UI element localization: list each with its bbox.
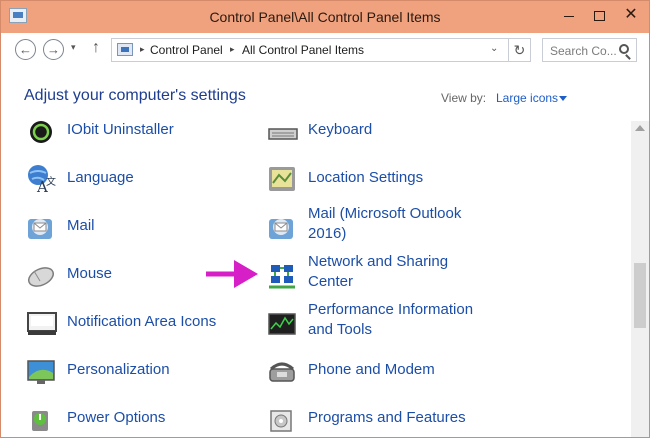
- performance-icon: [268, 313, 296, 335]
- mail-outlook-icon: [269, 219, 293, 239]
- item-label-line-2: and Tools: [308, 321, 372, 338]
- item-label-line-2: 2016): [308, 225, 347, 242]
- list-item-location-settings[interactable]: Location Settings: [267, 155, 507, 199]
- annotation-arrow-icon: [206, 260, 258, 288]
- view-by-dropdown[interactable]: Large icons: [496, 91, 558, 105]
- list-item-programs-features[interactable]: Programs and Features: [267, 395, 507, 437]
- item-label: Mail: [67, 217, 95, 234]
- item-label: Notification Area Icons: [67, 313, 217, 330]
- breadcrumb-separator-icon[interactable]: ▸: [140, 44, 145, 55]
- view-by-label: View by:: [441, 91, 487, 105]
- item-label: Phone and Modem: [308, 361, 435, 378]
- title-bar[interactable]: Control Panel\All Control Panel Items ✕: [1, 1, 649, 33]
- search-placeholder: Search Co...: [550, 44, 617, 58]
- power-options-icon: [32, 411, 48, 431]
- phone-modem-icon: [269, 362, 295, 382]
- scroll-up-icon[interactable]: [635, 125, 645, 131]
- search-input[interactable]: Search Co...: [542, 38, 637, 62]
- item-label: Power Options: [67, 409, 166, 426]
- location-icon: [269, 167, 295, 191]
- list-item-performance-information[interactable]: Performance Information and Tools: [267, 299, 507, 347]
- item-label: Language: [67, 169, 134, 186]
- page-title: Adjust your computer's settings: [24, 87, 246, 104]
- item-label: Personalization: [67, 361, 170, 378]
- breadcrumb-separator-icon[interactable]: ▸: [230, 44, 235, 55]
- vertical-scrollbar[interactable]: [631, 121, 649, 437]
- list-item-keyboard[interactable]: Keyboard: [267, 121, 507, 151]
- list-item-phone-modem[interactable]: Phone and Modem: [267, 347, 507, 391]
- svg-text:文: 文: [46, 175, 56, 188]
- scroll-thumb[interactable]: [634, 263, 646, 328]
- iobit-icon: [30, 121, 52, 143]
- view-by-chevron-down-icon[interactable]: [559, 96, 567, 101]
- item-label: Keyboard: [308, 121, 373, 138]
- keyboard-icon: [268, 128, 298, 140]
- breadcrumb-all-items[interactable]: All Control Panel Items: [242, 43, 364, 57]
- window-title: Control Panel\All Control Panel Items: [209, 9, 441, 25]
- maximize-button[interactable]: [594, 11, 605, 21]
- list-item-power-options[interactable]: Power Options: [26, 395, 246, 437]
- search-icon[interactable]: [619, 44, 629, 54]
- item-label: Performance Information: [308, 301, 474, 318]
- list-item-personalization[interactable]: Personalization: [26, 347, 246, 391]
- close-button[interactable]: ✕: [623, 6, 639, 24]
- recent-locations-chevron-icon[interactable]: ▾: [71, 42, 76, 53]
- mouse-icon: [27, 267, 55, 287]
- mail-icon: [28, 219, 52, 239]
- breadcrumb-control-panel[interactable]: Control Panel: [150, 43, 223, 57]
- language-icon: A 文: [28, 165, 56, 193]
- forward-button[interactable]: →: [43, 39, 64, 60]
- control-panel-small-icon: [117, 43, 133, 56]
- back-button[interactable]: ←: [15, 39, 36, 60]
- list-item-mail[interactable]: Mail: [26, 203, 246, 247]
- items-list: IObit Uninstaller A 文 Language Mail Mous…: [1, 121, 629, 437]
- list-item-language[interactable]: A 文 Language: [26, 155, 246, 199]
- network-icon: [269, 265, 295, 289]
- control-panel-window: Control Panel\All Control Panel Items ✕ …: [0, 0, 650, 438]
- list-item-mail-outlook[interactable]: Mail (Microsoft Outlook 2016): [267, 203, 507, 251]
- item-label: Network and Sharing: [308, 253, 449, 270]
- item-label: IObit Uninstaller: [67, 121, 174, 138]
- list-item-notification-area-icons[interactable]: Notification Area Icons: [26, 299, 256, 343]
- refresh-button[interactable]: ↻: [508, 39, 530, 61]
- item-label: Mail (Microsoft Outlook: [308, 205, 462, 222]
- navigation-bar: ← → ▾ ↑ ▸ Control Panel ▸ All Control Pa…: [1, 33, 649, 67]
- personalization-icon: [27, 360, 55, 384]
- notification-area-icon: [27, 312, 57, 335]
- up-button[interactable]: ↑: [92, 39, 100, 57]
- list-item-network-sharing-center[interactable]: Network and Sharing Center: [267, 251, 507, 299]
- item-label-line-2: Center: [308, 273, 354, 290]
- item-label: Location Settings: [308, 169, 424, 186]
- programs-icon: [270, 410, 292, 432]
- list-item-iobit-uninstaller[interactable]: IObit Uninstaller: [26, 121, 246, 151]
- address-bar[interactable]: ▸ Control Panel ▸ All Control Panel Item…: [111, 38, 531, 62]
- address-dropdown-icon[interactable]: ⌄: [490, 43, 498, 54]
- item-label: Programs and Features: [308, 409, 466, 426]
- item-label: Mouse: [67, 265, 113, 282]
- minimize-button[interactable]: [564, 16, 574, 17]
